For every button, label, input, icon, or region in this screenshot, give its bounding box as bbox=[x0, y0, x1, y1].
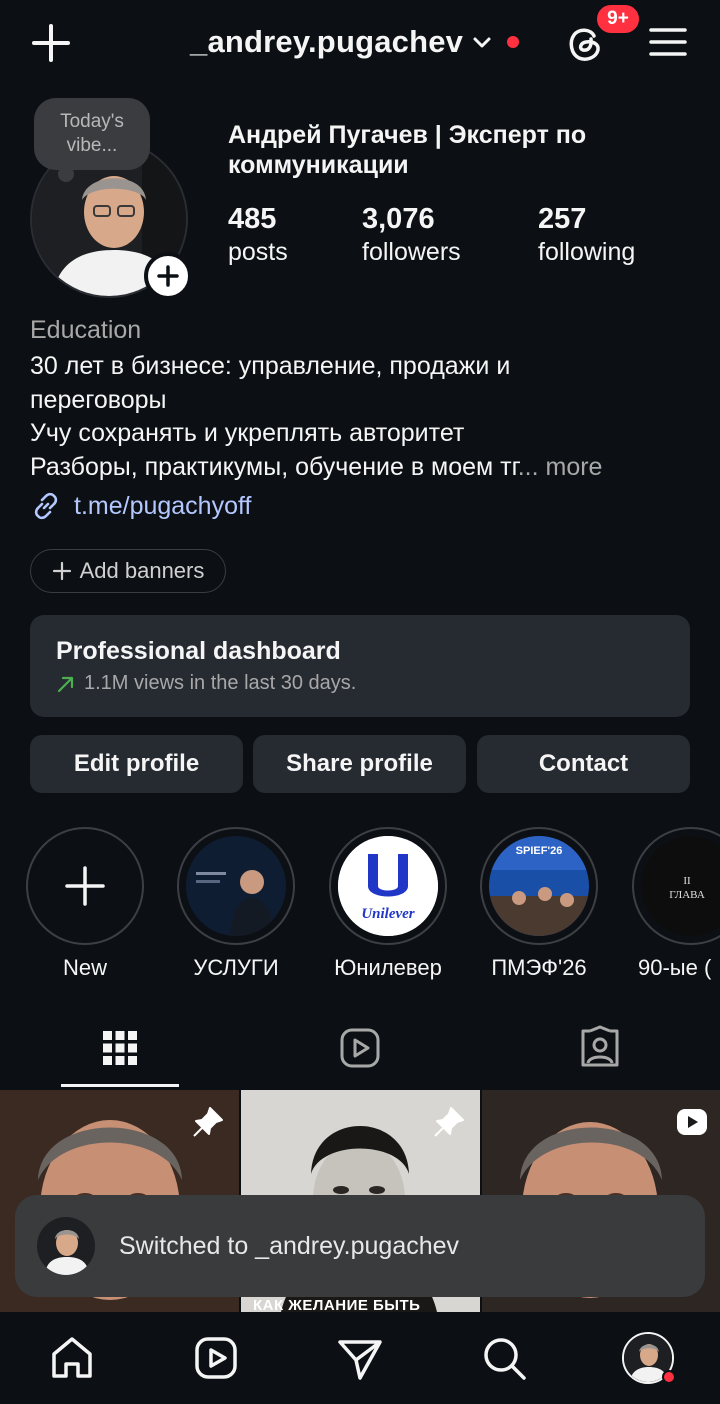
note-bubble[interactable]: Today's vibe... bbox=[34, 98, 150, 170]
highlight-spief[interactable]: SPIEF'26 ПМЭФ'26 bbox=[480, 827, 598, 981]
bio-line: 30 лет в бизнесе: управление, продажи и bbox=[30, 352, 511, 380]
direct-send-icon[interactable] bbox=[336, 1334, 384, 1382]
bio-line: Разборы, практикумы, обучение в моем тг bbox=[30, 452, 518, 481]
content-tabs bbox=[0, 1015, 720, 1090]
highlight-ring bbox=[26, 827, 144, 945]
plus-icon bbox=[52, 561, 71, 581]
stat-value: 257 bbox=[538, 203, 587, 235]
top-bar: _andrey.pugachev 9+ bbox=[0, 0, 720, 88]
profile-link-text: t.me/pugachyoff bbox=[74, 491, 252, 520]
professional-dashboard[interactable]: Professional dashboard 1.1M views in the… bbox=[30, 615, 690, 717]
notification-badge: 9+ bbox=[594, 2, 642, 36]
stat-followers[interactable]: 3,076 followers bbox=[362, 202, 461, 268]
trend-up-icon bbox=[57, 676, 74, 692]
reels-icon[interactable] bbox=[335, 1023, 385, 1073]
search-icon[interactable] bbox=[480, 1334, 528, 1382]
highlight-image: SPIEF'26 bbox=[489, 836, 589, 936]
grid-icon[interactable] bbox=[95, 1023, 145, 1073]
unilever-logo-icon: Unilever bbox=[338, 836, 438, 936]
toast-message: Switched to _andrey.pugachev bbox=[119, 1231, 460, 1260]
profile-category: Education bbox=[30, 316, 142, 344]
add-banners-button[interactable]: Add banners bbox=[30, 549, 226, 593]
bottom-navigation bbox=[0, 1312, 720, 1404]
pin-icon bbox=[434, 1107, 464, 1137]
share-profile-button[interactable]: Share profile bbox=[253, 735, 466, 793]
chevron-down-icon bbox=[473, 37, 491, 48]
home-icon[interactable] bbox=[48, 1334, 96, 1382]
contact-button[interactable]: Contact bbox=[477, 735, 690, 793]
highlight-services[interactable]: УСЛУГИ bbox=[177, 827, 295, 981]
stat-label: posts bbox=[228, 238, 288, 266]
plus-icon bbox=[65, 866, 105, 906]
avatar bbox=[37, 1217, 95, 1275]
dashboard-subtitle: 1.1M views in the last 30 days. bbox=[84, 672, 357, 694]
highlight-ring bbox=[177, 827, 295, 945]
dashboard-title: Professional dashboard bbox=[56, 637, 341, 665]
username-title: _andrey.pugachev bbox=[190, 24, 464, 59]
highlight-ring: SPIEF'26 bbox=[480, 827, 598, 945]
unilever-logo-text: Unilever bbox=[361, 906, 414, 922]
highlight-cover: SPIEF'26 bbox=[489, 836, 589, 936]
highlight-label: УСЛУГИ bbox=[193, 955, 279, 980]
bio-line: Учу сохранять и укреплять авторитет bbox=[30, 419, 465, 447]
highlight-label: New bbox=[62, 955, 107, 980]
add-story-button[interactable] bbox=[144, 252, 192, 300]
stat-label: following bbox=[538, 238, 636, 266]
spief-image-text: SPIEF'26 bbox=[516, 845, 563, 857]
unread-dot bbox=[507, 36, 520, 48]
edit-profile-button[interactable]: Edit profile bbox=[30, 735, 243, 793]
highlight-cover: Unilever bbox=[338, 836, 438, 936]
stat-following[interactable]: 257 following bbox=[538, 202, 635, 268]
highlight-new[interactable]: New bbox=[26, 827, 144, 981]
bio-more-link[interactable]: more bbox=[546, 453, 603, 481]
highlight-unilever[interactable]: Unilever Юнилевер bbox=[329, 827, 447, 981]
reel-badge-icon bbox=[677, 1109, 707, 1135]
bio-ellipsis: ... bbox=[517, 452, 539, 481]
bio-line: переговоры bbox=[30, 385, 167, 414]
avatar-photo bbox=[37, 1217, 95, 1275]
note-bubble-tail bbox=[58, 166, 74, 182]
highlight-ring: Unilever bbox=[329, 827, 447, 945]
add-banners-label: Add banners bbox=[79, 558, 205, 583]
plus-icon[interactable] bbox=[30, 22, 72, 64]
highlight-image: II ГЛАВА bbox=[641, 836, 720, 936]
link-icon bbox=[34, 492, 58, 520]
profile-bio[interactable]: 30 лет в бизнесе: управление, продажи и … bbox=[30, 350, 690, 484]
reels-icon[interactable] bbox=[192, 1334, 240, 1382]
highlight-label: ПМЭФ'26 bbox=[491, 955, 587, 980]
profile-full-name: Андрей Пугачев | Эксперт по коммуникации bbox=[228, 121, 587, 179]
tagged-icon[interactable] bbox=[575, 1023, 625, 1073]
account-switched-toast: Switched to _andrey.pugachev bbox=[15, 1195, 705, 1297]
active-tab-indicator bbox=[61, 1084, 179, 1087]
highlight-label: 90-ые ( bbox=[638, 955, 712, 980]
stat-value: 3,076 bbox=[362, 203, 435, 235]
unread-dot bbox=[662, 1370, 676, 1384]
bio-line-last: Разборы, практикумы, обучение в моем тг.… bbox=[30, 451, 690, 485]
highlight-90s[interactable]: II ГЛАВА 90-ые ( bbox=[632, 827, 720, 981]
highlight-label: Юнилевер bbox=[334, 955, 442, 980]
highlight-cover bbox=[186, 836, 286, 936]
stat-value: 485 bbox=[228, 203, 277, 235]
stat-label: followers bbox=[362, 238, 461, 266]
profile-link[interactable]: t.me/pugachyoff bbox=[30, 490, 251, 522]
post-caption-overlay: КАК ЖЕЛАНИЕ БЫТЬ bbox=[253, 1297, 421, 1312]
highlight-cover: II ГЛАВА bbox=[641, 836, 720, 936]
account-switcher[interactable]: _andrey.pugachev bbox=[190, 20, 520, 64]
plus-icon bbox=[157, 265, 179, 287]
dashboard-subtitle-row: 1.1M views in the last 30 days. bbox=[56, 672, 664, 695]
menu-icon[interactable] bbox=[648, 22, 688, 62]
pin-icon bbox=[193, 1107, 223, 1137]
stat-posts[interactable]: 485 posts bbox=[228, 202, 288, 268]
highlight-ring: II ГЛАВА bbox=[632, 827, 720, 945]
highlight-image bbox=[186, 836, 286, 936]
